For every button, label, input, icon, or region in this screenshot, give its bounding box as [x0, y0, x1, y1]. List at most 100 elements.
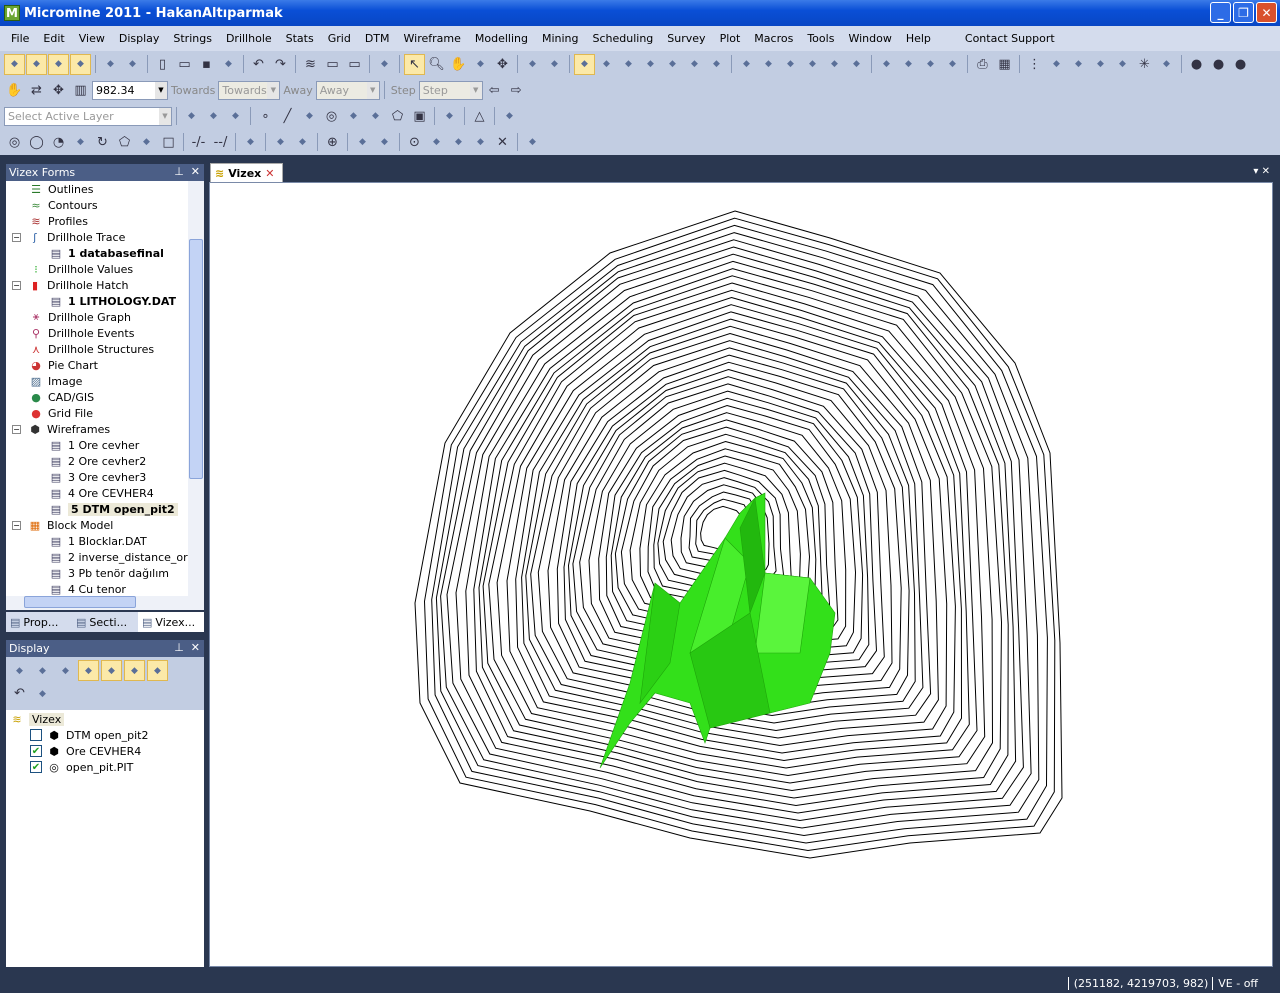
collapse-toggle[interactable]: −: [12, 280, 21, 290]
pentagon-tool-icon[interactable]: ⬠: [114, 132, 135, 153]
arc-icon[interactable]: ◆: [343, 106, 364, 127]
menu-scheduling[interactable]: Scheduling: [586, 32, 661, 45]
display-layer[interactable]: ✔ ⬢ Ore CEVHER4: [6, 743, 204, 759]
grid-hatch-icon[interactable]: ◆: [1090, 54, 1111, 75]
menu-stats[interactable]: Stats: [279, 32, 321, 45]
view-iso1-icon[interactable]: ◆: [736, 54, 757, 75]
active-layer-select[interactable]: Select Active Layer ▼: [4, 106, 172, 126]
tree-item[interactable]: ≋ Profiles: [6, 213, 204, 229]
layers-window-icon[interactable]: ◆: [147, 660, 168, 681]
triangle-icon[interactable]: △: [469, 106, 490, 127]
shade4-icon[interactable]: ◆: [942, 54, 963, 75]
tree-item[interactable]: ▤ 5 DTM open_pit2: [6, 501, 204, 517]
menu-file[interactable]: File: [4, 32, 36, 45]
shade2-icon[interactable]: ◆: [898, 54, 919, 75]
undo-icon[interactable]: ↶: [9, 683, 30, 704]
save-project-icon[interactable]: ◆: [122, 54, 143, 75]
tree-item[interactable]: ▤ 3 Ore cevher3: [6, 469, 204, 485]
close-tab-icon[interactable]: ✕: [265, 167, 274, 180]
zoom-window-icon[interactable]: ◆: [662, 54, 683, 75]
tree-item[interactable]: − ▮ Drillhole Hatch: [6, 277, 204, 293]
step-input[interactable]: Step ▼: [418, 80, 483, 100]
horizontal-scrollbar[interactable]: [6, 596, 204, 610]
zoom-next-icon[interactable]: ◆: [706, 54, 727, 75]
grid2-icon[interactable]: ◆: [1112, 54, 1133, 75]
window-icon[interactable]: ▭: [322, 54, 343, 75]
close-button[interactable]: ✕: [1256, 2, 1277, 23]
zoom-prev-icon[interactable]: ◆: [684, 54, 705, 75]
view-iso2-icon[interactable]: ◆: [758, 54, 779, 75]
circle-icon[interactable]: ◎: [321, 106, 342, 127]
ab-node-icon[interactable]: ◆: [55, 660, 76, 681]
3d-scene[interactable]: [210, 183, 1274, 968]
arrow-node-icon[interactable]: ◆: [225, 106, 246, 127]
tree-item[interactable]: − ▦ Block Model: [6, 517, 204, 533]
minimize-button[interactable]: _: [1210, 2, 1231, 23]
snap-icon[interactable]: ◆: [1046, 54, 1067, 75]
loop-icon[interactable]: ◆: [292, 132, 313, 153]
tree-item[interactable]: ≈ Contours: [6, 197, 204, 213]
tree-item[interactable]: ● CAD/GIS: [6, 389, 204, 405]
panel-tab[interactable]: ▤ Secti...: [72, 612, 138, 632]
tree-item[interactable]: ◕ Pie Chart: [6, 357, 204, 373]
tree-item[interactable]: ▨ Image: [6, 373, 204, 389]
arrow-right-icon[interactable]: ⇨: [506, 80, 527, 101]
axes-icon[interactable]: ◆: [1156, 54, 1177, 75]
split-icon[interactable]: -/-: [188, 132, 209, 153]
pan-icon[interactable]: ✋: [448, 54, 469, 75]
menu-wireframe[interactable]: Wireframe: [397, 32, 468, 45]
layer-checkbox[interactable]: [30, 729, 42, 741]
pie-icon[interactable]: ◔: [48, 132, 69, 153]
refresh-icon[interactable]: ◆: [32, 683, 53, 704]
ab-grid-icon[interactable]: ◆: [32, 660, 53, 681]
layers-icon[interactable]: ≋: [300, 54, 321, 75]
away-input[interactable]: Away ▼: [315, 80, 380, 100]
tree-item[interactable]: ☰ Outlines: [6, 181, 204, 197]
move-section-icon[interactable]: ✥: [48, 80, 69, 101]
arrow-left-icon[interactable]: ⇦: [484, 80, 505, 101]
select-layer-icon[interactable]: ◆: [101, 660, 122, 681]
tree-item[interactable]: ▤ 2 inverse_distance_ore_: [6, 549, 204, 565]
arc-tool-icon[interactable]: ◆: [240, 132, 261, 153]
move-icon[interactable]: ✥: [492, 54, 513, 75]
tree-item[interactable]: ▤ 3 Pb tenör dağılım: [6, 565, 204, 581]
pin-icon[interactable]: ◆: [426, 132, 447, 153]
point-icon[interactable]: ∘: [255, 106, 276, 127]
tree-item[interactable]: ▤ 1 LITHOLOGY.DAT: [6, 293, 204, 309]
fillet-icon[interactable]: ◆: [439, 106, 460, 127]
target-icon[interactable]: ⊕: [322, 132, 343, 153]
rotate-hand-icon[interactable]: ◆: [470, 54, 491, 75]
gauge-icon[interactable]: ◆: [522, 132, 543, 153]
bezier-icon[interactable]: ◆: [70, 132, 91, 153]
tree-item[interactable]: ⚲ Drillhole Events: [6, 325, 204, 341]
hand-icon[interactable]: ✋: [4, 80, 25, 101]
view-back-icon[interactable]: ◆: [618, 54, 639, 75]
view-top-icon[interactable]: ◆: [640, 54, 661, 75]
menu-contact-support[interactable]: Contact Support: [958, 32, 1062, 45]
save-all-icon[interactable]: ◆: [218, 54, 239, 75]
print-icon[interactable]: ⎙: [972, 54, 993, 75]
menu-grid[interactable]: Grid: [321, 32, 358, 45]
vertical-scrollbar[interactable]: [188, 181, 204, 596]
menu-drillhole[interactable]: Drillhole: [219, 32, 279, 45]
display-root[interactable]: ≋ Vizex: [6, 711, 204, 727]
open-file-icon[interactable]: ▭: [174, 54, 195, 75]
select-icon[interactable]: ↖: [404, 53, 425, 75]
properties-icon[interactable]: ◆: [48, 53, 69, 75]
view-iso4-icon[interactable]: ◆: [802, 54, 823, 75]
maximize-button[interactable]: ❐: [1233, 2, 1254, 23]
menu-survey[interactable]: Survey: [660, 32, 712, 45]
flip-icon[interactable]: ⇄: [26, 80, 47, 101]
square-icon[interactable]: □: [158, 132, 179, 153]
close-panel-icon[interactable]: ✕: [191, 165, 200, 178]
wedge-icon[interactable]: ◆: [499, 106, 520, 127]
layer-checkbox[interactable]: ✔: [30, 745, 42, 757]
menu-dtm[interactable]: DTM: [358, 32, 397, 45]
save-icon[interactable]: ▪: [196, 54, 217, 75]
tree-item[interactable]: ⁝ Drillhole Values: [6, 261, 204, 277]
menu-view[interactable]: View: [72, 32, 112, 45]
ruler-icon[interactable]: ◆: [522, 54, 543, 75]
filter-icon[interactable]: ◆: [544, 54, 565, 75]
forms-icon[interactable]: ◆: [4, 53, 25, 75]
view-iso6-icon[interactable]: ◆: [846, 54, 867, 75]
